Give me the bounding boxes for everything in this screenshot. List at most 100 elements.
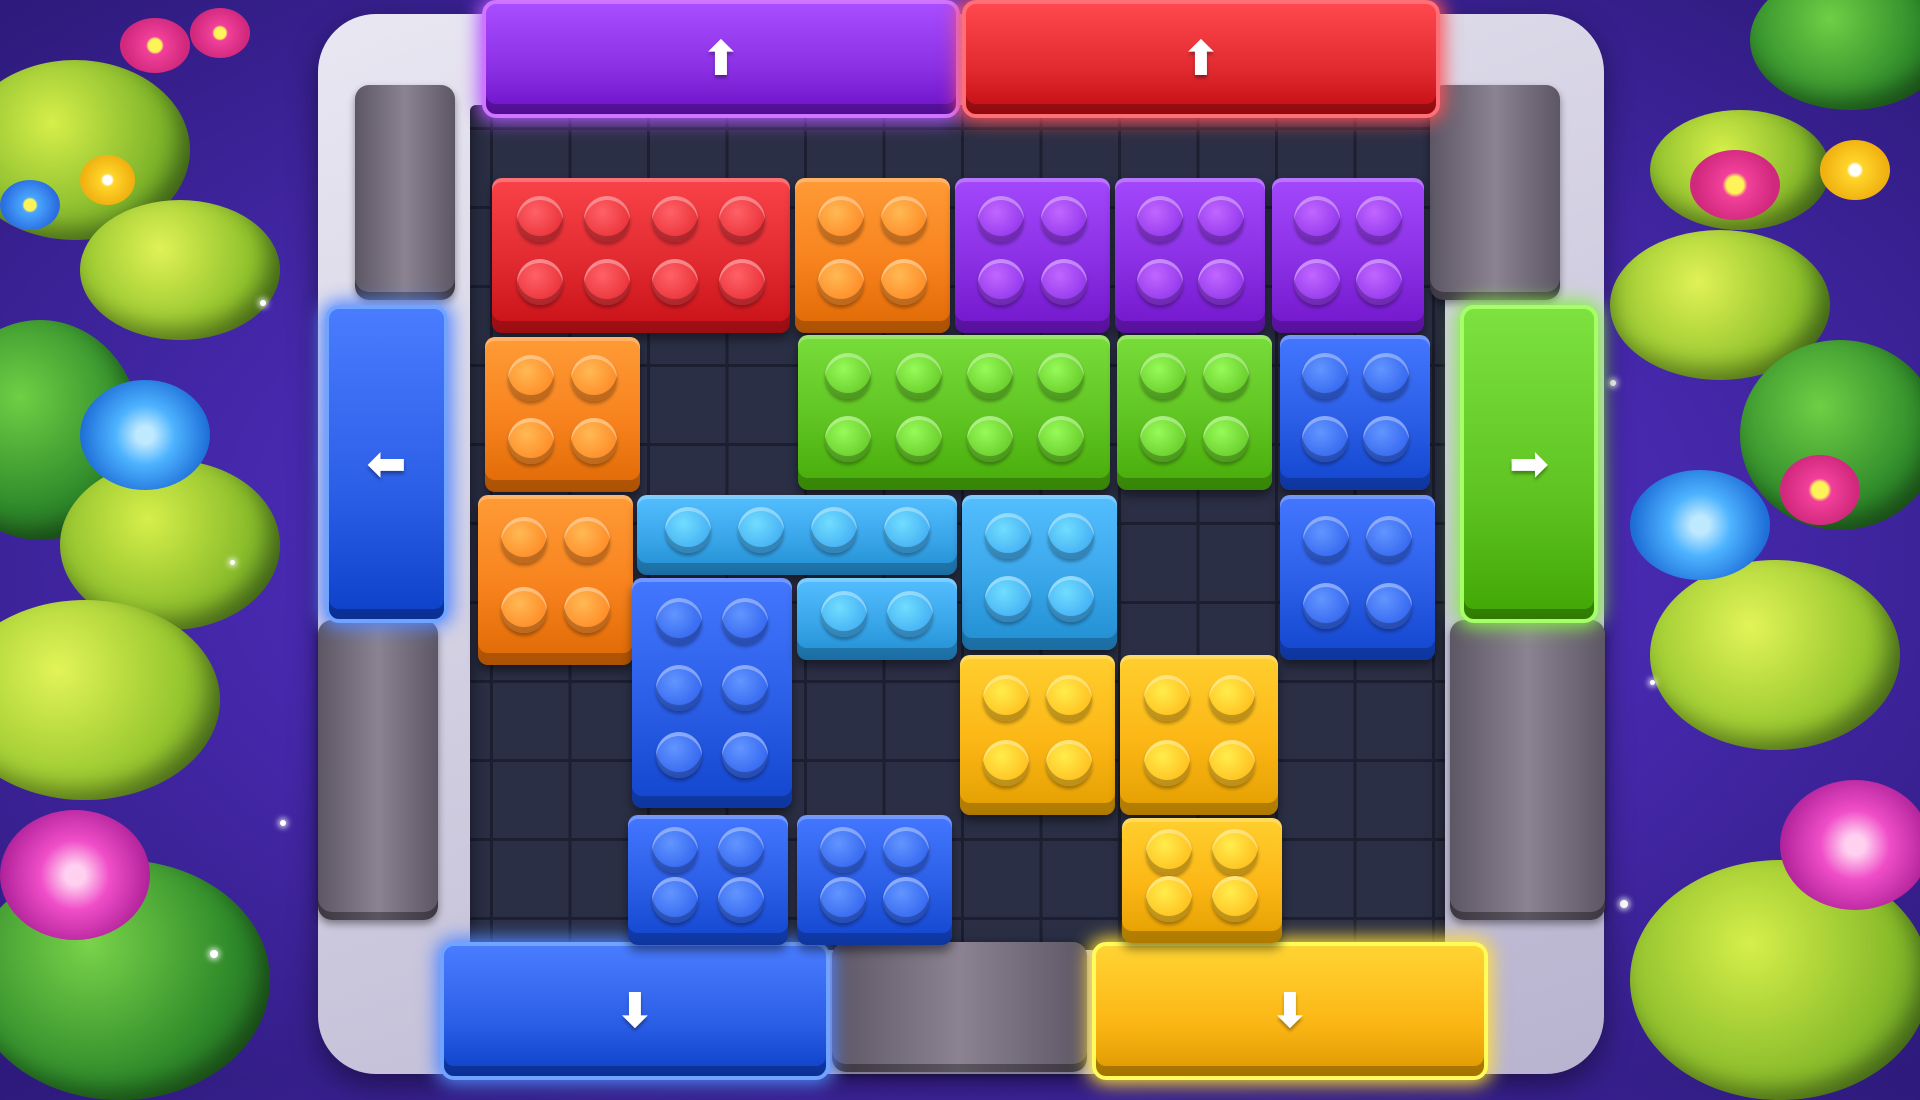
exit-blue-down[interactable]: ⬇: [440, 942, 830, 1080]
block-stud: [1046, 674, 1093, 721]
exit-yellow-down[interactable]: ⬇: [1092, 942, 1488, 1080]
block-red-4x2[interactable]: [492, 178, 790, 333]
block-stud: [1048, 575, 1095, 622]
wall-left-top: [355, 85, 455, 300]
exit-blue-left[interactable]: ⬅: [325, 305, 448, 623]
block-stud: [1136, 258, 1183, 305]
block-orange-2x2[interactable]: [478, 495, 633, 665]
block-stud: [1146, 876, 1192, 923]
arrow-down-icon: ⬇: [1269, 983, 1311, 1039]
exit-purple-up[interactable]: ⬆: [482, 0, 960, 118]
arrow-up-icon: ⬆: [700, 31, 742, 87]
block-purple-2x2[interactable]: [1115, 178, 1265, 333]
block-stud: [1302, 515, 1349, 562]
block-stud: [1301, 353, 1348, 400]
block-stud: [722, 664, 768, 711]
block-stud: [984, 513, 1031, 560]
block-blue-2x3[interactable]: [632, 578, 792, 808]
arrow-right-icon: ➡: [1508, 436, 1550, 492]
block-stud: [1203, 353, 1250, 400]
block-stud: [737, 507, 784, 553]
block-stud: [1203, 415, 1250, 462]
block-stud: [719, 258, 766, 305]
arrow-left-icon: ⬅: [366, 436, 407, 492]
block-stud: [1208, 674, 1255, 721]
block-stud: [1301, 415, 1348, 462]
block-stud: [718, 827, 764, 873]
block-stud: [1356, 196, 1402, 243]
block-lightblue-2x1[interactable]: [797, 578, 957, 660]
block-stud: [1139, 353, 1186, 400]
block-stud: [895, 415, 942, 462]
exit-green-right[interactable]: ➡: [1460, 305, 1598, 623]
block-stud: [819, 827, 866, 873]
block-stud: [883, 507, 930, 553]
block-stud: [887, 591, 933, 637]
garden-left-decoration: [0, 0, 330, 1100]
block-stud: [500, 587, 547, 633]
block-stud: [1143, 739, 1190, 786]
wall-right-top: [1430, 85, 1560, 300]
block-stud: [652, 827, 698, 873]
block-stud: [516, 258, 563, 305]
block-yellow-2x2[interactable]: [960, 655, 1115, 815]
block-stud: [584, 196, 631, 243]
block-orange-2x2[interactable]: [795, 178, 950, 333]
block-stud: [883, 877, 930, 923]
block-blue-2x2[interactable]: [797, 815, 952, 945]
wall-right-bottom: [1450, 620, 1605, 920]
block-stud: [810, 507, 857, 553]
block-stud: [564, 517, 611, 563]
exit-red-up[interactable]: ⬆: [962, 0, 1440, 118]
block-blue-2x2[interactable]: [1280, 335, 1430, 490]
block-stud: [652, 877, 698, 923]
block-stud: [881, 196, 928, 243]
block-stud: [1037, 353, 1084, 400]
block-stud: [895, 353, 942, 400]
block-stud: [1294, 196, 1340, 243]
wall-left-bottom: [318, 620, 438, 920]
block-stud: [1139, 415, 1186, 462]
block-stud: [1366, 583, 1413, 630]
block-stud: [564, 587, 611, 633]
block-yellow-2x2[interactable]: [1120, 655, 1278, 815]
block-stud: [982, 674, 1029, 721]
block-stud: [966, 415, 1013, 462]
block-stud: [1356, 258, 1402, 305]
block-orange-2x2[interactable]: [485, 337, 640, 492]
block-stud: [817, 258, 864, 305]
block-stud: [817, 196, 864, 243]
block-stud: [1041, 258, 1088, 305]
block-stud: [584, 258, 631, 305]
block-stud: [883, 827, 930, 873]
block-stud: [500, 517, 547, 563]
block-stud: [656, 598, 702, 645]
block-purple-2x2[interactable]: [1272, 178, 1424, 333]
wall-bottom-middle: [832, 942, 1087, 1072]
block-stud: [821, 591, 867, 637]
block-yellow-2x2[interactable]: [1122, 818, 1282, 943]
block-green-2x2[interactable]: [1117, 335, 1272, 490]
block-stud: [881, 258, 928, 305]
block-stud: [507, 417, 554, 464]
block-stud: [1048, 513, 1095, 560]
block-stud: [571, 355, 618, 402]
block-stud: [1197, 196, 1244, 243]
block-blue-2x2[interactable]: [1280, 495, 1435, 660]
block-lightblue-2x2[interactable]: [962, 495, 1117, 650]
block-stud: [1302, 583, 1349, 630]
block-blue-2x2[interactable]: [628, 815, 788, 945]
block-stud: [571, 417, 618, 464]
block-purple-2x2[interactable]: [955, 178, 1110, 333]
block-stud: [819, 877, 866, 923]
block-green-4x2[interactable]: [798, 335, 1110, 490]
block-stud: [718, 877, 764, 923]
block-stud: [719, 196, 766, 243]
block-stud: [1294, 258, 1340, 305]
block-lightblue-4x1[interactable]: [637, 495, 957, 575]
block-stud: [1136, 196, 1183, 243]
block-stud: [651, 196, 698, 243]
block-stud: [656, 664, 702, 711]
block-stud: [1212, 828, 1258, 875]
block-stud: [722, 598, 768, 645]
